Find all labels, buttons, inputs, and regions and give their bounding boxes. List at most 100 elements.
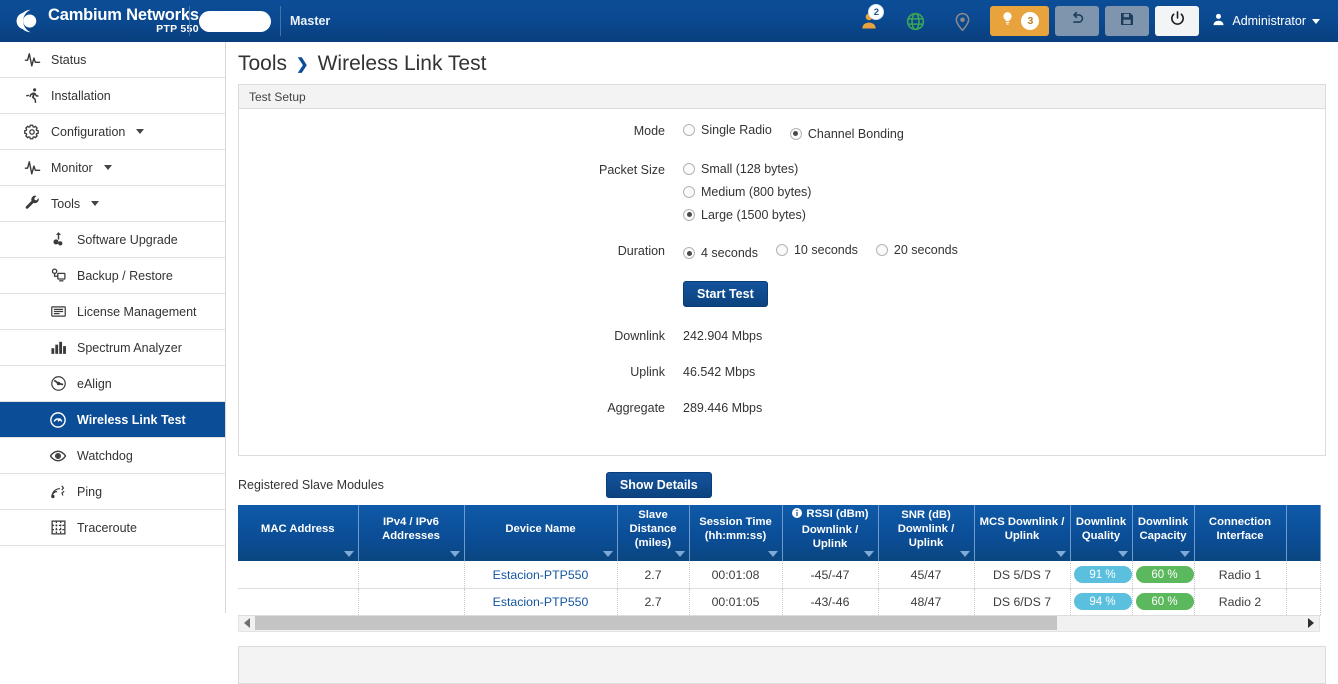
sort-arrow-icon[interactable]	[344, 551, 354, 557]
users-icon[interactable]: 2	[848, 0, 890, 42]
start-test-row: Start Test	[239, 281, 1325, 307]
radio-option[interactable]: Medium (800 bytes)	[683, 185, 1325, 199]
sort-arrow-icon[interactable]	[450, 551, 460, 557]
column-header[interactable]: Downlink Quality	[1070, 505, 1132, 561]
radio-button-selected[interactable]	[683, 209, 695, 221]
pulse-icon	[22, 158, 42, 178]
cell-snr: 45/47	[878, 561, 974, 588]
column-header[interactable]: Slave Distance (miles)	[617, 505, 689, 561]
sidebar-item-software-upgrade[interactable]: Software Upgrade	[0, 222, 225, 258]
radio-option[interactable]: 10 seconds	[776, 243, 858, 257]
sidebar-item-label: Status	[51, 53, 86, 67]
cell-downlink-quality: 94 %	[1070, 588, 1132, 615]
column-header[interactable]: MAC Address	[238, 505, 358, 561]
sidebar-item-wireless-link-test[interactable]: Wireless Link Test	[0, 402, 225, 438]
column-header[interactable]: MCS Downlink / Uplink	[974, 505, 1070, 561]
scrollbar-thumb[interactable]	[255, 616, 1057, 630]
info-icon[interactable]	[791, 507, 803, 523]
table-row[interactable]: Estacion-PTP5502.700:01:05-43/-4648/47DS…	[238, 588, 1320, 615]
result-value: 46.542 Mbps	[683, 365, 755, 379]
sidebar-item-spectrum-analyzer[interactable]: Spectrum Analyzer	[0, 330, 225, 366]
radio-option[interactable]: 20 seconds	[876, 243, 958, 257]
radio-button-unselected[interactable]	[683, 186, 695, 198]
sort-arrow-icon[interactable]	[864, 551, 874, 557]
radio-button-selected[interactable]	[790, 128, 802, 140]
sidebar-item-watchdog[interactable]: Watchdog	[0, 438, 225, 474]
nav-divider-2	[280, 6, 281, 36]
cell-downlink-capacity: 60 %	[1132, 561, 1194, 588]
scroll-right-arrow-icon[interactable]	[1303, 616, 1319, 630]
column-header[interactable]: RSSI (dBm) Downlink / Uplink	[782, 505, 878, 561]
radio-button-unselected[interactable]	[876, 244, 888, 256]
cell-session-time: 00:01:08	[689, 561, 782, 588]
radio-button-unselected[interactable]	[776, 244, 788, 256]
cell-device-name[interactable]: Estacion-PTP550	[464, 588, 617, 615]
globe-icon[interactable]	[890, 0, 940, 42]
duration-options: 4 seconds 10 seconds 20 seconds	[683, 243, 1325, 270]
gauge-icon	[48, 410, 68, 430]
alerts-button[interactable]: 3	[990, 6, 1049, 36]
scrollbar-track[interactable]	[255, 616, 1303, 630]
sidebar-item-ping[interactable]: Ping	[0, 474, 225, 510]
column-header[interactable]: Session Time (hh:mm:ss)	[689, 505, 782, 561]
radio-option-label: 4 seconds	[701, 246, 758, 260]
sort-arrow-icon[interactable]	[768, 551, 778, 557]
breadcrumb-parent[interactable]: Tools	[238, 52, 287, 76]
radio-option[interactable]: Small (128 bytes)	[683, 162, 1325, 176]
column-header[interactable]: Downlink Capacity	[1132, 505, 1194, 561]
sort-arrow-icon[interactable]	[960, 551, 970, 557]
cell-connection-interface: Radio 1	[1194, 561, 1286, 588]
sort-arrow-icon[interactable]	[675, 551, 685, 557]
scroll-left-arrow-icon[interactable]	[239, 616, 255, 630]
column-header-label: Downlink Capacity	[1138, 516, 1188, 542]
cell-device-name[interactable]: Estacion-PTP550	[464, 561, 617, 588]
sidebar-item-configuration[interactable]: Configuration	[0, 114, 225, 150]
column-header[interactable]: SNR (dB) Downlink / Uplink	[878, 505, 974, 561]
radio-button-unselected[interactable]	[683, 163, 695, 175]
start-test-button[interactable]: Start Test	[683, 281, 768, 307]
radio-option[interactable]: Large (1500 bytes)	[683, 208, 1325, 222]
radio-button-unselected[interactable]	[683, 124, 695, 136]
undo-button[interactable]	[1055, 6, 1099, 36]
wrench-icon	[22, 194, 42, 214]
cell-ip	[358, 588, 464, 615]
sidebar-item-status[interactable]: Status	[0, 42, 225, 78]
sidebar-item-label: License Management	[77, 305, 197, 319]
sidebar-item-license-management[interactable]: License Management	[0, 294, 225, 330]
registered-slave-modules-section: Registered Slave Modules Show Details MA…	[238, 470, 1326, 632]
sidebar-item-ealign[interactable]: eAlign	[0, 366, 225, 402]
backup-icon	[48, 266, 68, 286]
sort-arrow-icon[interactable]	[603, 551, 613, 557]
column-header-label: Device Name	[505, 523, 575, 535]
column-header[interactable]: Device Name	[464, 505, 617, 561]
power-button[interactable]	[1155, 6, 1199, 36]
sidebar-item-tools[interactable]: Tools	[0, 186, 225, 222]
show-details-button[interactable]: Show Details	[606, 472, 712, 498]
table-row[interactable]: Estacion-PTP5502.700:01:08-45/-4745/47DS…	[238, 561, 1320, 588]
radio-option[interactable]: 4 seconds	[683, 246, 758, 260]
sidebar-item-traceroute[interactable]: Traceroute	[0, 510, 225, 546]
radio-option[interactable]: Single Radio	[683, 123, 772, 137]
table-horizontal-scrollbar[interactable]	[238, 616, 1320, 632]
page-title: Wireless Link Test	[318, 52, 487, 76]
slaves-section-header: Registered Slave Modules Show Details	[238, 470, 1326, 500]
chevron-down-icon	[104, 165, 112, 170]
save-button[interactable]	[1105, 6, 1149, 36]
cell-slave-distance: 2.7	[617, 588, 689, 615]
device-name-field[interactable]	[199, 11, 271, 32]
radio-option-label: Small (128 bytes)	[701, 162, 798, 176]
slaves-section-title: Registered Slave Modules	[238, 478, 384, 492]
sort-arrow-icon[interactable]	[1118, 551, 1128, 557]
sort-arrow-icon[interactable]	[1056, 551, 1066, 557]
chevron-down-icon	[91, 201, 99, 206]
sidebar-item-monitor[interactable]: Monitor	[0, 150, 225, 186]
radio-button-selected[interactable]	[683, 247, 695, 259]
sidebar-item-installation[interactable]: Installation	[0, 78, 225, 114]
sidebar-item-backup-restore[interactable]: Backup / Restore	[0, 258, 225, 294]
sort-arrow-icon[interactable]	[1180, 551, 1190, 557]
location-pin-icon[interactable]	[940, 0, 984, 42]
column-header[interactable]: IPv4 / IPv6 Addresses	[358, 505, 464, 561]
user-menu[interactable]: Administrator	[1199, 12, 1330, 30]
cell-rssi: -45/-47	[782, 561, 878, 588]
radio-option[interactable]: Channel Bonding	[790, 127, 904, 141]
